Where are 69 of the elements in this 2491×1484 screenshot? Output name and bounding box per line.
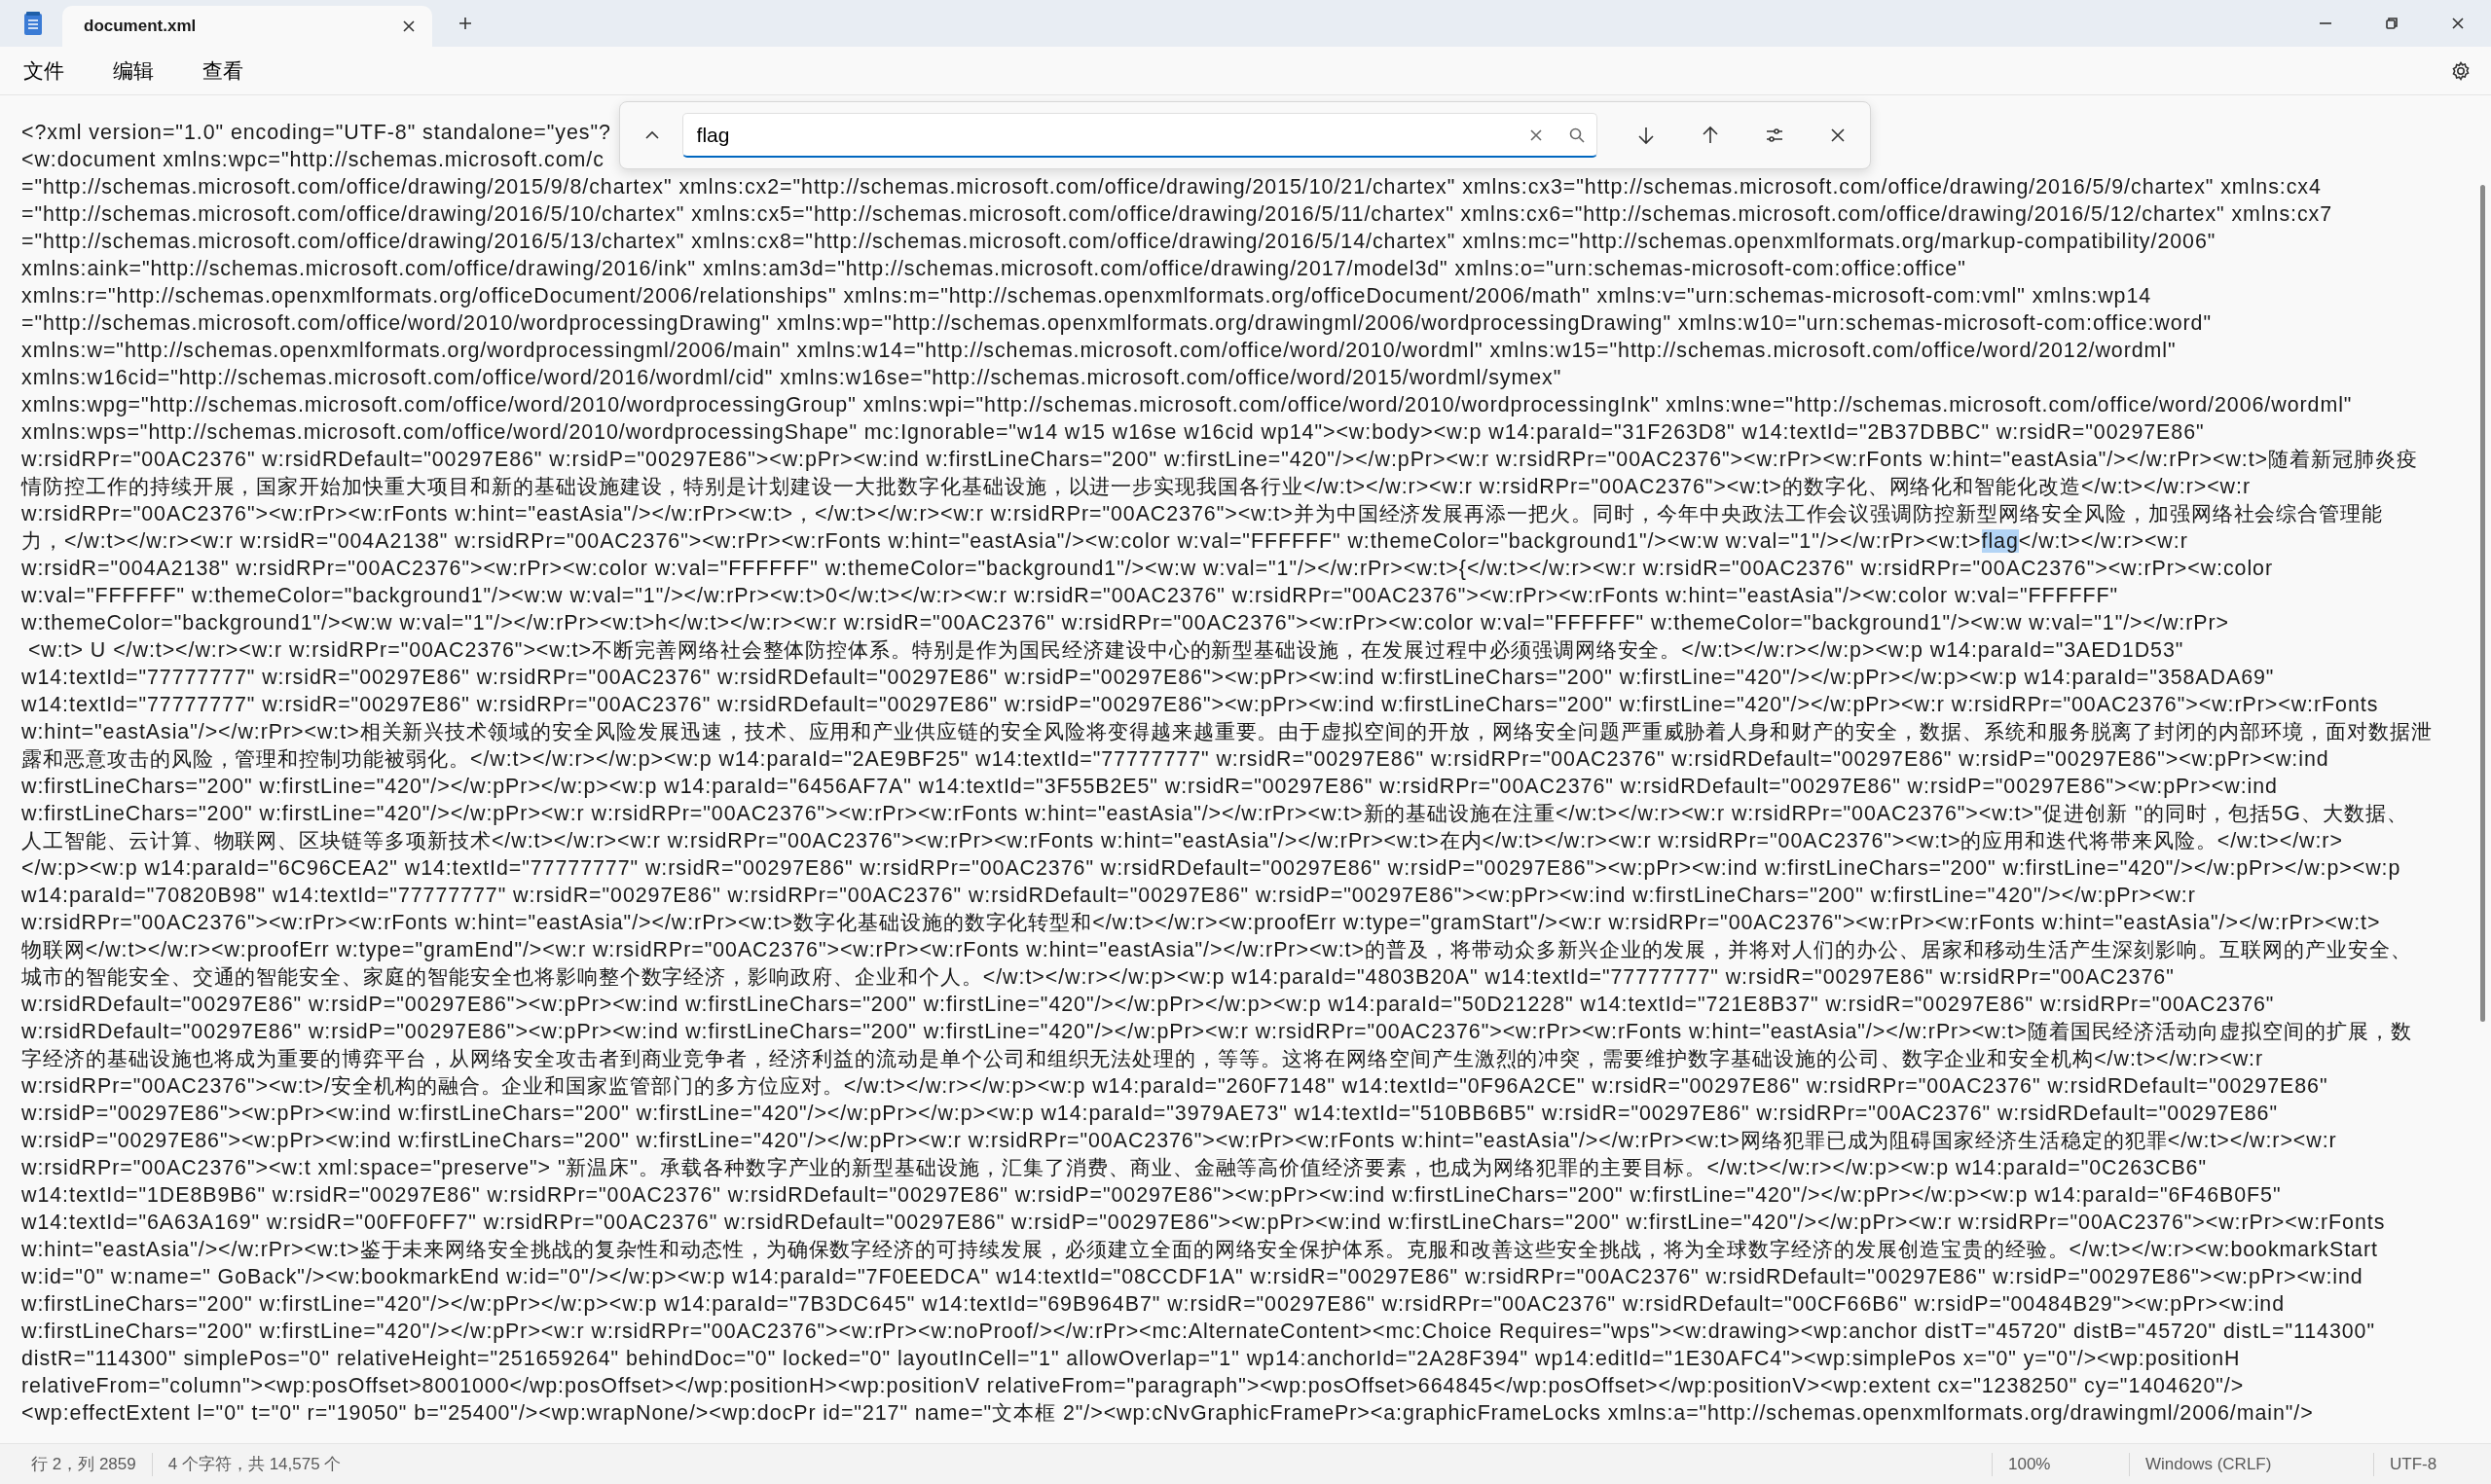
code-line: w:firstLineChars="200" w:firstLine="420"/></w:pPr><w:r w:rsidRPr="00AC2376"><w:rPr><w:noProof/></w:rPr><mc:AlternateContent><mc:Choice Requires="wps"><w:drawing><wp:anchor distT="45720" distB="45720" distL="114300" xyxy=(21,1319,2375,1345)
search-field[interactable]: flag xyxy=(681,113,1597,158)
code-line: <w:t> U </w:t></w:r><w:r w:rsidRPr="00AC2376"><w:t>不断完善网络社会整体防控体系。特别是作为国民经济建设中心的新型基础设施，在发展过程中必须强调网络安全。</w:t></w:r></w:p><w:p w14:paraId="3AED1D53" xyxy=(26,637,2184,664)
code-line: 人工智能、云计算、物联网、区块链等多项新技术</w:t></w:r><w:r w:rsidRPr="00AC2376"><w:rPr><w:rFonts w:hint="eastAsia"/></w:rPr><w:t>在内</w:t></w:r><w:r w:rsidRPr="00AC2376"><w:t>的应用和迭代将带来风险。</w:t></w:r> xyxy=(21,828,2343,854)
code-line: w14:textId="77777777" w:rsidR="00297E86" w:rsidRPr="00AC2376" w:rsidRDefault="00297E86" w:rsidP="00297E86"><w:pPr><w:ind w:firstLineChars="200" w:firstLine="420"/></w:pPr><w:r w:rsidRPr="00AC2376"><w:rPr><w:rFonts xyxy=(21,692,2379,718)
code-line: 城市的智能安全、交通的智能安全、家庭的智能安全也将影响整个数字经济，影响政府、企业和个人。</w:t></w:r></w:p><w:p w14:paraId="4803B20A" w14:textId="77777777" w:rsidR="00297E86" w:rsidRPr="00AC2376" xyxy=(21,964,2175,991)
code-line: xmlns:w="http://schemas.openxmlformats.org/wordprocessingml/2006/main" xmlns:w14="http://schemas.microsoft.com/office/word/2010/wordml" xmlns:w15="http://schemas.microsoft.com/office/word/2012/wordml" xyxy=(21,338,2177,364)
minimize-icon xyxy=(2320,22,2331,24)
menu-item[interactable]: 查看 xyxy=(187,51,259,90)
scrollbar-thumb[interactable] xyxy=(2480,185,2485,1022)
code-line: w:themeColor="background1"/><w:w w:val="1"/></w:rPr><w:t>h</w:t></w:r><w:r w:rsidR="00AC2376" w:rsidRPr="00AC2376"><w:rPr><w:color w:val="FFFFFF" w:themeColor="background1"/><w:w w:val="1"/></w:rPr> xyxy=(21,610,2229,636)
code-line: </w:p><w:p w14:paraId="6C96CEA2" w14:textId="77777777" w:rsidR="00297E86" w:rsidRPr="00AC2376" w:rsidRDefault="00297E86" w:rsidP="00297E86"><w:pPr><w:ind w:firstLineChars="200" w:firstLine="420"/></w:pPr></w:p><w:p xyxy=(21,855,2401,882)
code-line: w:hint="eastAsia"/></w:rPr><w:t>鉴于未来网络安全挑战的复杂性和动态性，为确保数字经济的可持续发展，必须建立全面的网络安全保护体系。克服和改善这些安全挑战，将为全球数字经济的发展创造宝贵的经验。</w:t></w:r><w:bookmarkStart xyxy=(21,1237,2378,1263)
code-line: <?xml version="1.0" encoding="UTF-8" standalone="yes"? xyxy=(21,120,611,146)
code-line: w:rsidRPr="00AC2376"><w:t xml:space="preserve"> "新温床"。承载各种数字产业的新型基础设施，汇集了消费、商业、金融等高价值经济要素，也成为网络犯罪的主要目标。</w:t></w:r></w:p><w:p w14:paraId="0C263CB6" xyxy=(21,1155,2207,1181)
code-line: w:rsidRPr="00AC2376"><w:t>/安全机构的融合。企业和国家监管部门的多方位应对。</w:t></w:r></w:p><w:p w14:paraId="260F7148" w14:textId="0F96A2CE" w:rsidR="00297E86" w:rsidRPr="00AC2376" w:rsidRDefault="00297E86" xyxy=(21,1073,2328,1100)
encoding[interactable]: UTF-8 xyxy=(2374,1451,2491,1477)
code-line: 字经济的基础设施也将成为重要的博弈平台，从网络安全攻击者到商业竞争者，经济利益的流动是单个公司和组织无法处理的，等等。这将在网络空间产生激烈的冲突，需要维护数字基础设施的公司、数字企业和安全机构</w:t></w:r><w:r xyxy=(21,1046,2264,1072)
code-line: w:rsidRPr="00AC2376" w:rsidRDefault="00297E86" w:rsidP="00297E86"><w:pPr><w:ind w:firstLineChars="200" w:firstLine="420"/></w:pPr><w:r w:rsidRPr="00AC2376"><w:rPr><w:rFonts w:hint="eastAsia"/></w:rPr><w:t>随着新冠肺炎疫 xyxy=(21,447,2418,473)
code-line: xmlns:wps="http://schemas.microsoft.com/office/word/2010/wordprocessingShape" mc:Ignorable="w14 w15 w16se w16cid wp14"><w:body><w:p w14:paraId="31F263D8" w14:textId="2B37DBBC" w:rsidR="00297E86" xyxy=(21,419,2205,446)
code-line: relativeFrom="column"><wp:posOffset>8001000</wp:posOffset></wp:positionH><wp:positionV relativeFrom="paragraph"><wp:posOffset>664845</wp:posOffset></wp:positionV><wp:extent cx="1238250" cy="1404620"/> xyxy=(21,1373,2245,1399)
close-icon[interactable] xyxy=(401,18,417,34)
clear-icon[interactable] xyxy=(1528,128,1543,142)
search-icon[interactable] xyxy=(1567,127,1586,144)
code-line: 力，</w:t></w:r><w:r w:rsidR="004A2138" w:rsidRPr="00AC2376"><w:rPr><w:rFonts w:hint="eastAsia"/><w:color w:val="FFFFFF" w:themeColor="background1"/><w:w w:val="1"/></w:rPr><w:t>flag</w:t></w:r><w:r xyxy=(21,528,2188,555)
code-line: w:rsidRPr="00AC2376"><w:rPr><w:rFonts w:hint="eastAsia"/></w:rPr><w:t>数字化基础设施的数字化转型和</w:t></w:r><w:proofErr w:type="gramStart"/><w:r w:rsidRPr="00AC2376"><w:rPr><w:rFonts w:hint="eastAsia"/></w:rPr><w:t> xyxy=(21,910,2381,936)
code-line: ="http://schemas.microsoft.com/office/drawing/2016/5/13/chartex" xmlns:cx8="http://schemas.microsoft.com/office/drawing/2016/5/14/chartex" xmlns:mc="http://schemas.openxmlformats.org/markup-compatibility/2006" xyxy=(21,229,2216,255)
code-line: w:rsidRDefault="00297E86" w:rsidP="00297E86"><w:pPr><w:ind w:firstLineChars="200" w:firstLine="420"/></w:pPr><w:r w:rsidRPr="00AC2376"><w:rPr><w:rFonts w:hint="eastAsia"/></w:rPr><w:t>随着国民经济活动向虚拟空间的扩展，数 xyxy=(21,1019,2412,1045)
code-line: xmlns:aink="http://schemas.microsoft.com/office/drawing/2016/ink" xmlns:am3d="http://schemas.microsoft.com/office/drawing/2017/model3d" xmlns:o="urn:schemas-microsoft-com:office:office" xyxy=(21,256,1966,282)
code-line: w:rsidR="004A2138" w:rsidRPr="00AC2376"><w:rPr><w:color w:val="FFFFFF" w:themeColor="background1"/><w:w w:val="1"/></w:rPr><w:t>{</w:t></w:r><w:r w:rsidR="00AC2376" w:rsidRPr="00AC2376"><w:rPr><w:color xyxy=(21,556,2274,582)
restore-icon xyxy=(2384,16,2399,31)
code-line: w:id="0" w:name=" GoBack"/><w:bookmarkEnd w:id="0"/></w:p><w:p w14:paraId="7F0EEDCA" w14:textId="08CCDF1A" w:rsidR="00297E86" w:rsidRPr="00AC2376" w:rsidRDefault="00297E86" w:rsidP="00297E86"><w:pPr><w:ind xyxy=(21,1264,2363,1290)
code-line: w14:paraId="70820B98" w14:textId="77777777" w:rsidR="00297E86" w:rsidRPr="00AC2376" w:rsidRDefault="00297E86" w:rsidP="00297E86"><w:pPr><w:ind w:firstLineChars="200" w:firstLine="420"/></w:pPr><w:r xyxy=(21,883,2196,909)
code-line: w:firstLineChars="200" w:firstLine="420"/></w:pPr></w:p><w:p w14:paraId="6456AF7A" w14:textId="3F55B2E5" w:rsidR="00297E86" w:rsidRPr="00AC2376" w:rsidRDefault="00297E86" w:rsidP="00297E86"><w:pPr><w:ind xyxy=(21,774,2278,800)
code-line: w:rsidP="00297E86"><w:pPr><w:ind w:firstLineChars="200" w:firstLine="420"/></w:pPr></w:p><w:p w14:paraId="3979AE73" w14:textId="510BB6B5" w:rsidR="00297E86" w:rsidRPr="00AC2376" w:rsidRDefault="00297E86" xyxy=(21,1101,2278,1127)
code-line: w14:textId="6A63A169" w:rsidR="00FF0FF7" w:rsidRPr="00AC2376" w:rsidRDefault="00297E86" w:rsidP="00297E86"><w:pPr><w:ind w:firstLineChars="200" w:firstLine="420"/></w:pPr><w:r w:rsidRPr="00AC2376"><w:rPr><w:rFonts xyxy=(21,1210,2386,1236)
code-line: w:rsidRDefault="00297E86" w:rsidP="00297E86"><w:pPr><w:ind w:firstLineChars="200" w:firstLine="420"/></w:pPr></w:p><w:p w14:paraId="50D21228" w14:textId="721E8B37" w:rsidR="00297E86" w:rsidRPr="00AC2376" xyxy=(21,992,2275,1018)
notepad-icon xyxy=(21,10,45,37)
document-tab[interactable]: document.xml xyxy=(62,6,432,47)
code-line: w:val="FFFFFF" w:themeColor="background1"/><w:w w:val="1"/></w:rPr><w:t>0</w:t></w:r><w:r w:rsidR="00AC2376" w:rsidRPr="00AC2376"><w:rPr><w:rFonts w:hint="eastAsia"/><w:color w:val="FFFFFF" xyxy=(21,583,2119,609)
code-line: xmlns:r="http://schemas.openxmlformats.org/officeDocument/2006/relationships" xmlns:m="http://schemas.openxmlformats.org/officeDocument/2006/math" xmlns:v="urn:schemas-microsoft-com:vml" xmlns:wp14 xyxy=(21,283,2152,309)
code-line: distR="114300" simplePos="0" relativeHeight="251659264" behindDoc="0" locked="0" layoutInCell="1" allowOverlap="1" wp14:anchorId="2A28F394" wp14:editId="1E30AFC4"><wp:simplePos x="0" y="0"/><wp:positionH xyxy=(21,1346,2241,1372)
character-count: 4 个字符，共 14,575 个 xyxy=(166,1453,343,1475)
code-line: w:firstLineChars="200" w:firstLine="420"/></w:pPr></w:p><w:p w14:paraId="7B3DC645" w14:textId="69B964B7" w:rsidR="00297E86" w:rsidRPr="00AC2376" w:rsidRDefault="00CF66B6" w:rsidP="00484B29"><w:pPr><w:ind xyxy=(21,1291,2286,1318)
code-line: <wp:effectExtent l="0" t="0" r="19050" b="25400"/><wp:wrapNone/><wp:docPr id="217" name="文本框 2"/><wp:cNvGraphicFramePr><a:graphicFrameLocks xmlns:a="http://schemas.openxmlformats.org/drawingml/2006/main"/> xyxy=(21,1400,2314,1427)
code-line: w:rsidP="00297E86"><w:pPr><w:ind w:firstLineChars="200" w:firstLine="420"/></w:pPr><w:r w:rsidRPr="00AC2376"><w:rPr><w:rFonts w:hint="eastAsia"/></w:rPr><w:t>网络犯罪已成为阻碍国家经济生活稳定的犯罪</w:t></w:r><w:r xyxy=(21,1128,2337,1154)
plus-icon xyxy=(458,16,473,31)
menu-item[interactable]: 编辑 xyxy=(97,51,169,90)
code-line: 物联网</w:t></w:r><w:proofErr w:type="gramEnd"/><w:r w:rsidRPr="00AC2376"><w:rPr><w:rFonts w:hint="eastAsia"/></w:rPr><w:t>的普及，将带动众多新兴企业的发展，并将对人们的办公、居家和移动生活产生深刻影响。互联网的产业安全、 xyxy=(21,937,2412,963)
code-line: xmlns:wpg="http://schemas.microsoft.com/office/word/2010/wordprocessingGroup" xmlns:wpi="http://schemas.microsoft.com/office/word/2010/wordprocessingInk" xmlns:wne="http://schemas.microsoft.com/office/word/2006/wordml" xyxy=(21,392,2353,418)
code-line: ="http://schemas.microsoft.com/office/drawing/2015/9/8/chartex" xmlns:cx2="http://schemas.microsoft.com/office/drawing/2015/10/21/chartex" xmlns:cx3="http://schemas.microsoft.com/office/drawing/2016/5/9/chartex" xmlns:cx4 xyxy=(21,174,2322,200)
cursor-position: 行 2，列 2859 xyxy=(30,1453,137,1475)
menu-item[interactable]: 文件 xyxy=(8,51,80,90)
zoom-level[interactable]: 100% xyxy=(1993,1451,2129,1477)
close-icon xyxy=(2450,16,2466,31)
code-line: w:hint="eastAsia"/></w:rPr><w:t>相关新兴技术领域的安全风险发展迅速，技术、应用和产业供应链的安全风险将变得越来越重要。由于虚拟空间的开放，网络安全问题严重威胁着人身和财产的安全，数据、系统和服务脱离了封闭的内部环境，面对数据泄 xyxy=(21,719,2433,745)
code-line: w14:textId="77777777" w:rsidR="00297E86" w:rsidRPr="00AC2376" w:rsidRDefault="00297E86" w:rsidP="00297E86"><w:pPr><w:ind w:firstLineChars="200" w:firstLine="420"/></w:pPr></w:p><w:p w14:paraId="358ADA69" xyxy=(21,665,2275,691)
line-ending[interactable]: Windows (CRLF) xyxy=(2130,1451,2373,1477)
code-line: <w:document xmlns:wpc="http://schemas.microsoft.com/c xyxy=(21,147,604,173)
code-line: w:rsidRPr="00AC2376"><w:rPr><w:rFonts w:hint="eastAsia"/></w:rPr><w:t>，</w:t></w:r><w:r w:rsidRPr="00AC2376"><w:t>并为中国经济发展再添一把火。同时，今年中央政法工作会议强调防控新型网络安全风险，加强网络社会综合管理能 xyxy=(21,501,2384,527)
code-line: w14:textId="1DE8B9B6" w:rsidR="00297E86" w:rsidRPr="00AC2376" w:rsidRDefault="00297E86" w:rsidP="00297E86"><w:pPr><w:ind w:firstLineChars="200" w:firstLine="420"/></w:pPr></w:p><w:p w14:paraId="6F46B0F5" xyxy=(21,1182,2282,1209)
code-line: xmlns:w16cid="http://schemas.microsoft.com/office/word/2016/wordml/cid" xmlns:w16se="http://schemas.microsoft.com/office/word/2015/wordml/symex" xyxy=(21,365,1562,391)
settings-icon xyxy=(2450,59,2472,82)
code-line: w:firstLineChars="200" w:firstLine="420"/></w:pPr><w:r w:rsidRPr="00AC2376"><w:rPr><w:rFonts w:hint="eastAsia"/></w:rPr><w:t>新的基础设施在注重</w:t></w:r><w:r w:rsidRPr="00AC2376"><w:t>"促进创新 "的同时，包括5G、大数据、 xyxy=(21,801,2408,827)
code-line: 露和恶意攻击的风险，管理和控制功能被弱化。</w:t></w:r></w:p><w:p w14:paraId="2AE9BF25" w14:textId="77777777" w:rsidR="00297E86" w:rsidRPr="00AC2376" w:rsidRDefault="00297E86" w:rsidP="00297E86"><w:pPr><w:ind xyxy=(21,746,2329,773)
code-line: 情防控工作的持续开展，国家开始加快重大项目和新的基础设施建设，特别是计划建设一大批数字化基础设施，以进一步实现我国各行业</w:t></w:r><w:r w:rsidRPr="00AC2376"><w:t>的数字化、网络化和智能化改造</w:t></w:r><w:r xyxy=(21,474,2251,500)
code-line: ="http://schemas.microsoft.com/office/word/2010/wordprocessingDrawing" xmlns:wp="http://schemas.openxmlformats.org/drawingml/2006/wordprocessingDrawing" xmlns:w10="urn:schemas-microsoft-com:office:word" xyxy=(21,310,2212,337)
search-match: flag xyxy=(1981,529,2019,553)
code-line: ="http://schemas.microsoft.com/office/drawing/2016/5/10/chartex" xmlns:cx5="http://schemas.microsoft.com/office/drawing/2016/5/11/chartex" xmlns:cx6="http://schemas.microsoft.com/office/drawing/2016/5/12/chartex" xmlns:cx7 xyxy=(21,201,2333,228)
